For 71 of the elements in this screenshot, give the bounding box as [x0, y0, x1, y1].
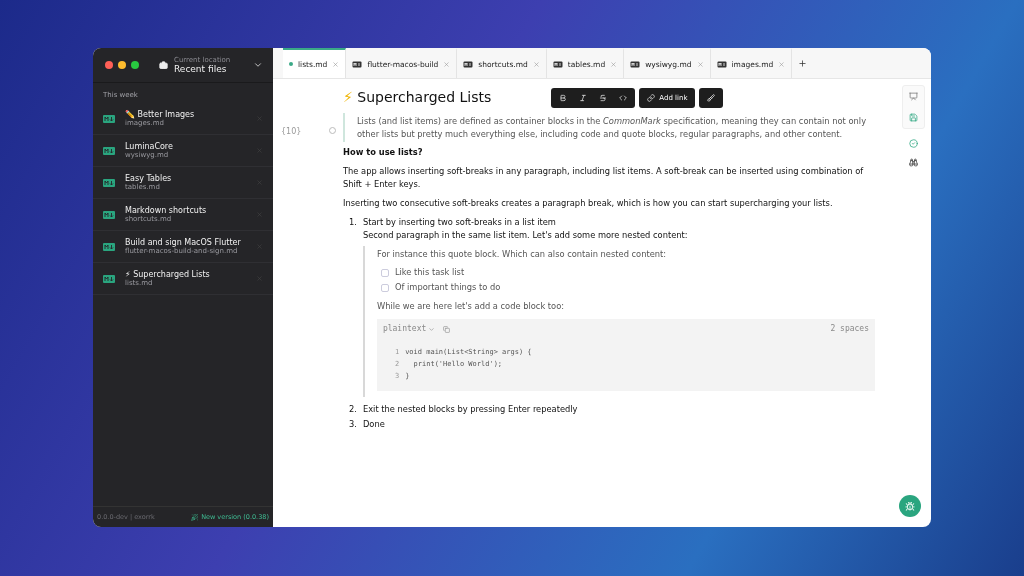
file-title: Markdown shortcuts	[125, 206, 208, 215]
markdown-file-icon	[463, 60, 474, 68]
file-title: Build and sign MacOS Flutter	[125, 238, 242, 247]
close-icon[interactable]	[256, 211, 263, 218]
close-icon[interactable]	[256, 243, 263, 250]
list-number: 2.	[349, 403, 357, 416]
paragraph: Inserting two consecutive soft-breaks creates a paragraph break, which is how you can start supercharging your lists.	[343, 197, 834, 210]
bold-icon	[559, 93, 568, 102]
file-title: ⚡ Supercharged Lists	[125, 270, 211, 279]
check-circle-icon[interactable]	[908, 139, 918, 148]
code-icon	[619, 93, 628, 102]
list-item-text: Second paragraph in the same list item. Let's add some more nested content:	[362, 228, 689, 242]
close-icon[interactable]	[778, 60, 786, 68]
link-icon	[647, 93, 656, 102]
markdown-file-icon	[630, 60, 641, 68]
checkbox[interactable]	[380, 283, 389, 292]
indent-label: 2 spaces	[830, 323, 869, 335]
bug-icon	[905, 500, 915, 512]
section-heading: How to use lists?	[343, 146, 424, 160]
close-icon[interactable]	[256, 275, 263, 282]
markdown-file-icon	[103, 242, 115, 251]
dot-icon	[289, 62, 293, 66]
task-text: Like this task list	[394, 266, 465, 280]
close-icon[interactable]	[256, 147, 263, 154]
list-number: 1.	[349, 215, 357, 229]
close-icon[interactable]	[332, 60, 340, 68]
file-title: Easy Tables	[125, 174, 173, 183]
checkbox[interactable]	[380, 268, 389, 277]
file-title: ✏ Better Images	[125, 110, 196, 119]
list-item-text: Exit the nested blocks by pressing Enter repeatedly	[362, 403, 579, 416]
close-icon[interactable]	[256, 179, 263, 186]
markdown-file-icon	[716, 60, 727, 68]
file-title: LuminaCore	[125, 142, 174, 151]
gutter-label: {10}	[281, 127, 302, 136]
markdown-file-icon	[103, 146, 115, 155]
list-item-text: Start by inserting two soft-breaks in a list item	[362, 215, 557, 229]
brush-icon	[707, 93, 716, 102]
markdown-file-icon	[352, 60, 363, 68]
close-icon[interactable]	[696, 60, 704, 68]
quote-text: For instance this quote block. Which can also contain nested content:	[376, 247, 668, 261]
plus-icon	[798, 58, 808, 68]
markdown-file-icon	[552, 60, 563, 68]
strikethrough-icon	[599, 93, 608, 102]
chevron-down-icon[interactable]	[253, 60, 263, 70]
copy-icon[interactable]	[443, 325, 451, 333]
paragraph: The app allows inserting soft-breaks in any paragraph, including list items. A soft-break can be inserted using combination of Shift + Enter keys.	[343, 165, 865, 191]
chevron-down-icon	[428, 325, 436, 333]
markdown-file-icon	[103, 274, 115, 283]
window-controls[interactable]	[105, 61, 139, 69]
close-icon[interactable]	[610, 60, 618, 68]
presentation-icon	[908, 92, 918, 101]
circle-icon	[329, 127, 337, 134]
party-popper-icon	[191, 513, 199, 521]
save-icon	[908, 113, 918, 122]
quote-text: Lists (and list items) are defined as container blocks in the CommonMark specification, meaning they can contain not only other lists but pretty much everything else, including code and quote blocks, regular paragraphs, and other content.	[357, 115, 867, 139]
binoculars-icon[interactable]	[908, 158, 918, 167]
close-icon[interactable]	[532, 60, 540, 68]
location-name[interactable]: Recent files	[174, 64, 247, 74]
markdown-file-icon	[103, 178, 115, 187]
briefcase-icon	[159, 60, 168, 70]
markdown-file-icon	[103, 210, 115, 219]
list-number: 3.	[349, 417, 357, 431]
bug-report-button[interactable]	[899, 495, 921, 517]
task-text: Of important things to do	[394, 281, 501, 295]
close-icon[interactable]	[256, 115, 263, 122]
paragraph: While we are here let's add a code block too:	[376, 300, 566, 313]
list-item-text: Done	[362, 417, 386, 431]
markdown-file-icon	[103, 114, 115, 123]
italic-icon	[579, 93, 588, 102]
close-icon[interactable]	[443, 60, 451, 68]
document-title: ⚡ Supercharged Lists	[343, 88, 492, 107]
